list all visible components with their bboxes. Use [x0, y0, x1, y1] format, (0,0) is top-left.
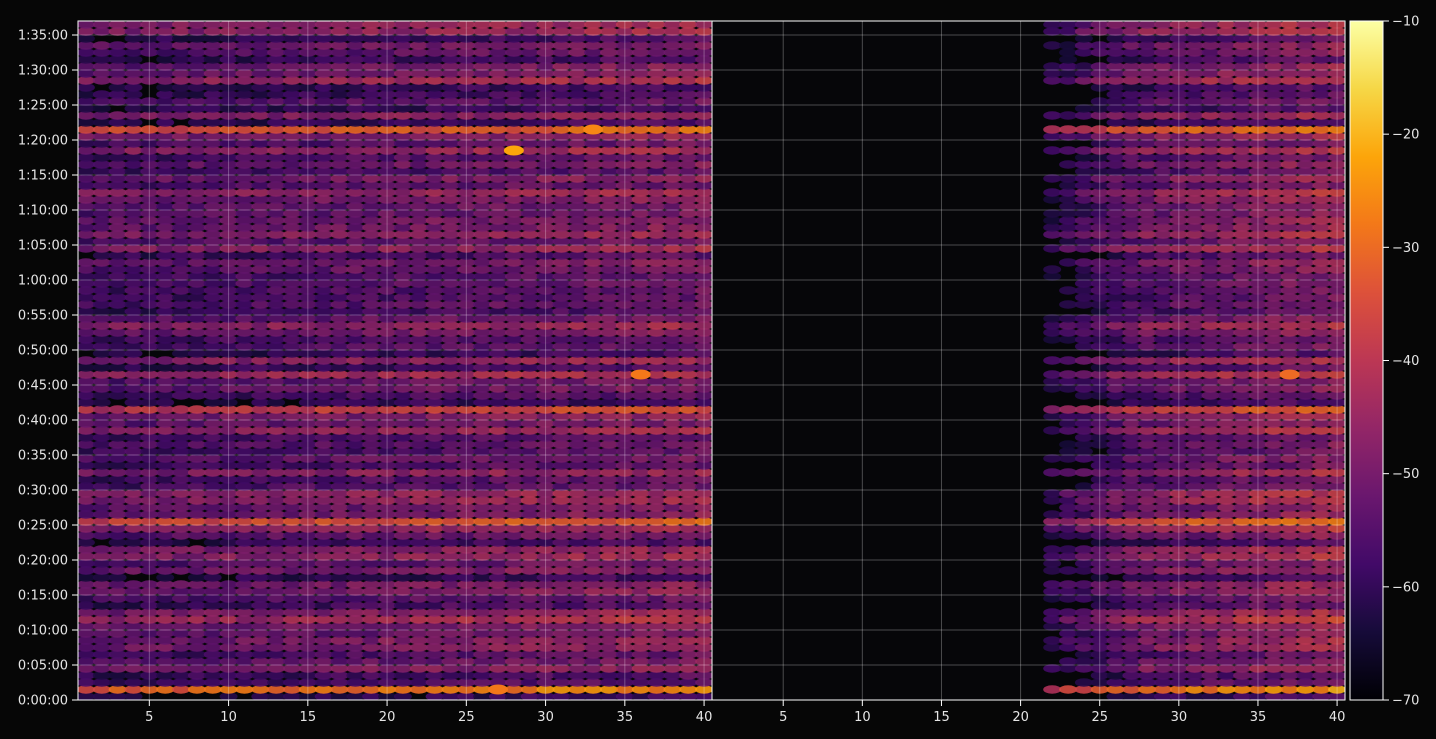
- heatmap-cell: [92, 41, 111, 50]
- heatmap-cell: [1043, 265, 1062, 274]
- heatmap-cell: [1059, 468, 1078, 477]
- heatmap-cell: [283, 405, 301, 414]
- heatmap-cell: [600, 21, 618, 29]
- heatmap-cell: [78, 258, 95, 267]
- heatmap-cell: [409, 21, 428, 29]
- hot-spot: [630, 369, 651, 380]
- heatmap-cell: [1074, 314, 1093, 323]
- heatmap-cell: [1059, 258, 1078, 267]
- heatmap-cell: [1059, 405, 1078, 414]
- heatmap-cell: [1043, 356, 1062, 365]
- heatmap-cell: [1059, 286, 1078, 295]
- heatmap-cell: [1059, 608, 1078, 617]
- hot-spot: [583, 124, 604, 135]
- heatmap-cell: [1074, 356, 1093, 365]
- heatmap-cell: [1043, 580, 1062, 589]
- heatmap-cell: [1074, 608, 1093, 617]
- heatmap-cell: [283, 21, 301, 29]
- heatmap-cell: [235, 405, 254, 414]
- heatmap-cell: [1043, 314, 1062, 323]
- heatmap-cell: [1074, 482, 1093, 491]
- heatmap-cell: [1043, 468, 1062, 477]
- heatmap-cell: [108, 405, 127, 414]
- heatmap-cell: [1043, 608, 1062, 617]
- heatmap-cell: [156, 356, 175, 365]
- heatmap-cell: [362, 21, 381, 29]
- heatmap-cell: [172, 125, 190, 134]
- heatmap-cell: [1043, 636, 1062, 645]
- heatmap-cell: [647, 21, 666, 29]
- heatmap-cell: [1074, 370, 1093, 379]
- heatmap-cell: [1074, 545, 1093, 554]
- heatmap-cell: [108, 111, 127, 120]
- heatmap-cell: [251, 21, 270, 29]
- heatmap-cell: [1106, 580, 1125, 589]
- heatmap-cell: [441, 21, 460, 29]
- heatmap-chart: 0:00:000:05:000:10:000:15:000:20:000:25:…: [18, 15, 1420, 726]
- heatmap-cell: [156, 21, 175, 29]
- heatmap-cell: [124, 580, 143, 589]
- heatmap-cell: [1059, 440, 1078, 449]
- heatmap-cell: [1043, 664, 1062, 673]
- heatmap-cell: [172, 580, 190, 589]
- heatmap-cell: [1043, 454, 1062, 463]
- heatmap-cell: [1059, 566, 1078, 575]
- heatmap-cell: [520, 21, 539, 29]
- heatmap-cell: [92, 545, 111, 554]
- heatmap-cell: [1059, 685, 1078, 694]
- heatmap-cell: [1043, 370, 1062, 379]
- heatmap-cell: [1074, 258, 1093, 267]
- heatmap-cell: [267, 21, 286, 29]
- heatmap-cell: [108, 21, 127, 29]
- heatmap-cell: [1074, 678, 1093, 687]
- heatmap-cell: [203, 21, 222, 29]
- heatmap-cell: [489, 21, 507, 29]
- heatmap-cell: [1043, 426, 1062, 435]
- heatmap-cell: [172, 21, 190, 29]
- heatmap-cell: [1043, 510, 1062, 519]
- heatmap-cell: [473, 21, 492, 29]
- heatmap-cell: [92, 21, 111, 29]
- heatmap-cell: [1059, 580, 1078, 589]
- heatmap-cell: [1043, 405, 1062, 414]
- heatmap-cell: [78, 356, 95, 365]
- heatmap-cell: [631, 21, 650, 29]
- hot-spot: [503, 145, 524, 156]
- heatmap-cell: [1043, 489, 1062, 498]
- heatmap-cell: [568, 21, 587, 29]
- heatmap-cell: [1059, 545, 1078, 554]
- heatmap-cells-left: [78, 21, 712, 700]
- heatmap-cell: [1074, 468, 1093, 477]
- heatmap-cell: [124, 21, 143, 29]
- heatmap-cell: [1043, 545, 1062, 554]
- heatmap-cell: [393, 21, 412, 29]
- heatmap-cell: [663, 21, 682, 29]
- hot-spot: [488, 684, 509, 695]
- heatmap-cell: [78, 21, 95, 29]
- heatmap-cell: [1059, 314, 1078, 323]
- heatmap-cell: [1059, 356, 1078, 365]
- heatmap-cell: [187, 545, 206, 554]
- heatmap-cell: [172, 405, 190, 414]
- heatmap-cell: [92, 90, 111, 99]
- heatmap-cell: [187, 405, 206, 414]
- heatmap-cell: [235, 21, 254, 29]
- heatmap-cell: [584, 21, 603, 29]
- heatmap-cell: [679, 21, 698, 29]
- heatmap-cell: [1059, 370, 1078, 379]
- heatmap-cell: [552, 21, 571, 29]
- heatmap-cell: [1074, 405, 1093, 414]
- heatmap-cell: [504, 21, 523, 29]
- heatmap-cell: [1043, 685, 1062, 694]
- heatmap-cell: [187, 21, 206, 29]
- heatmap-cell: [425, 21, 444, 29]
- heatmap-cell: [108, 41, 127, 50]
- heatmap-cell: [1059, 489, 1078, 498]
- heatmap-cell: [314, 21, 333, 29]
- heatmap-cell: [346, 21, 365, 29]
- heatmap-cell: [1059, 657, 1078, 666]
- heatmap-cell: [1059, 300, 1078, 309]
- heatmap-cell: [330, 21, 349, 29]
- heatmap-cell: [1074, 580, 1093, 589]
